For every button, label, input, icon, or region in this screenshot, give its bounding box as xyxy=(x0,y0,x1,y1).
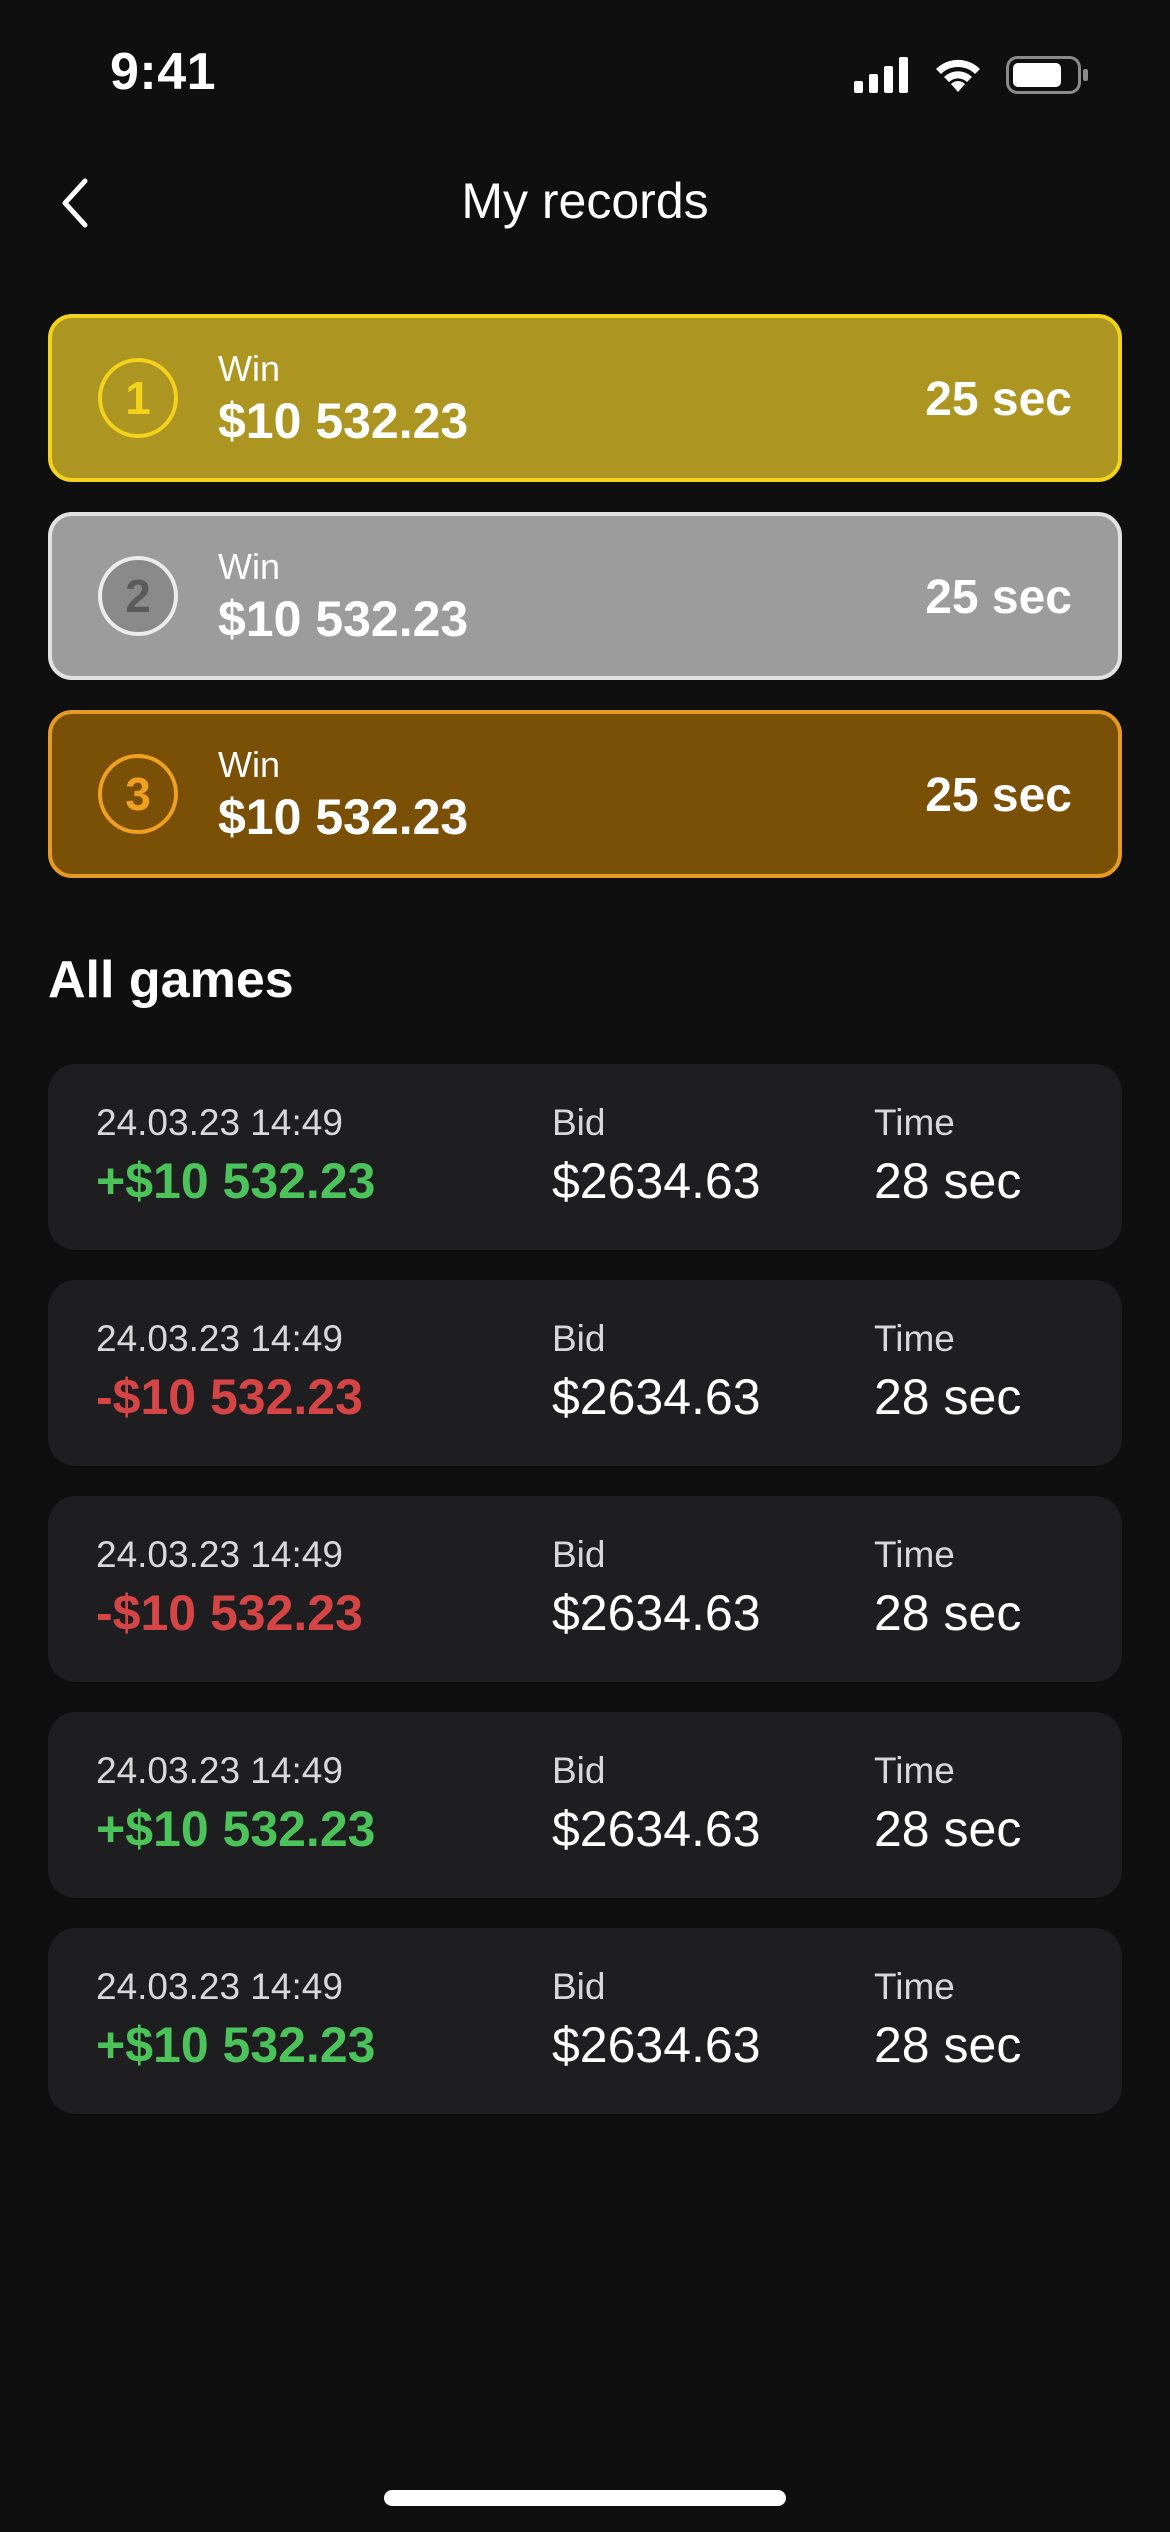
time-label: Time xyxy=(874,1102,955,1143)
record-card-first[interactable]: 1 Win $10 532.23 25 sec xyxy=(48,314,1122,482)
place-badge-icon: 3 xyxy=(98,754,178,834)
game-card[interactable]: 24.03.23 14:49 +$10 532.23 Bid $2634.63 … xyxy=(48,1064,1122,1250)
battery-icon xyxy=(1006,56,1090,99)
bid-label: Bid xyxy=(552,1318,606,1359)
game-date: 24.03.23 14:49 xyxy=(96,1534,343,1575)
time-value: 28 sec xyxy=(874,1153,1022,1209)
page-title: My records xyxy=(461,173,709,229)
record-card-second[interactable]: 2 Win $10 532.23 25 sec xyxy=(48,512,1122,680)
time-value: 28 sec xyxy=(874,1801,1022,1857)
game-result: +$10 532.23 xyxy=(96,1801,376,1857)
bid-value: $2634.63 xyxy=(552,2017,761,2073)
time-label: Time xyxy=(874,1318,955,1359)
bid-label: Bid xyxy=(552,1534,606,1575)
section-title: All games xyxy=(48,951,294,1009)
status-bar: 9:41 xyxy=(0,0,1170,150)
record-amount: $10 532.23 xyxy=(218,591,469,647)
cellular-signal-icon xyxy=(854,57,910,98)
record-time: 25 sec xyxy=(925,571,1072,624)
home-indicator xyxy=(384,2490,786,2506)
game-date: 24.03.23 14:49 xyxy=(96,1318,343,1359)
game-card[interactable]: 24.03.23 14:49 -$10 532.23 Bid $2634.63 … xyxy=(48,1280,1122,1466)
record-time: 25 sec xyxy=(925,769,1072,822)
game-result: -$10 532.23 xyxy=(96,1585,363,1641)
bid-value: $2634.63 xyxy=(552,1801,761,1857)
header: My records xyxy=(0,150,1170,260)
record-label: Win xyxy=(218,348,280,389)
game-card[interactable]: 24.03.23 14:49 -$10 532.23 Bid $2634.63 … xyxy=(48,1496,1122,1682)
record-amount: $10 532.23 xyxy=(218,393,469,449)
time-value: 28 sec xyxy=(874,2017,1022,2073)
time-label: Time xyxy=(874,1966,955,2007)
record-card-third[interactable]: 3 Win $10 532.23 25 sec xyxy=(48,710,1122,878)
record-amount: $10 532.23 xyxy=(218,789,469,845)
games-list: 24.03.23 14:49 +$10 532.23 Bid $2634.63 … xyxy=(48,1064,1122,2144)
game-result: +$10 532.23 xyxy=(96,2017,376,2073)
game-date: 24.03.23 14:49 xyxy=(96,1102,343,1143)
place-badge-icon: 1 xyxy=(98,358,178,438)
status-time: 9:41 xyxy=(110,43,217,101)
time-value: 28 sec xyxy=(874,1585,1022,1641)
game-date: 24.03.23 14:49 xyxy=(96,1750,343,1791)
place-badge-icon: 2 xyxy=(98,556,178,636)
bid-value: $2634.63 xyxy=(552,1369,761,1425)
bid-label: Bid xyxy=(552,1750,606,1791)
time-value: 28 sec xyxy=(874,1369,1022,1425)
wifi-icon xyxy=(932,56,984,99)
game-date: 24.03.23 14:49 xyxy=(96,1966,343,2007)
bid-value: $2634.63 xyxy=(552,1585,761,1641)
bid-label: Bid xyxy=(552,1102,606,1143)
record-time: 25 sec xyxy=(925,373,1072,426)
bid-label: Bid xyxy=(552,1966,606,2007)
status-icons xyxy=(854,56,1090,99)
game-card[interactable]: 24.03.23 14:49 +$10 532.23 Bid $2634.63 … xyxy=(48,1928,1122,2114)
game-card[interactable]: 24.03.23 14:49 +$10 532.23 Bid $2634.63 … xyxy=(48,1712,1122,1898)
game-result: +$10 532.23 xyxy=(96,1153,376,1209)
game-result: -$10 532.23 xyxy=(96,1369,363,1425)
time-label: Time xyxy=(874,1750,955,1791)
record-label: Win xyxy=(218,744,280,785)
time-label: Time xyxy=(874,1534,955,1575)
top-records-list: 1 Win $10 532.23 25 sec 2 Win $10 532.23… xyxy=(48,314,1122,908)
bid-value: $2634.63 xyxy=(552,1153,761,1209)
record-label: Win xyxy=(218,546,280,587)
